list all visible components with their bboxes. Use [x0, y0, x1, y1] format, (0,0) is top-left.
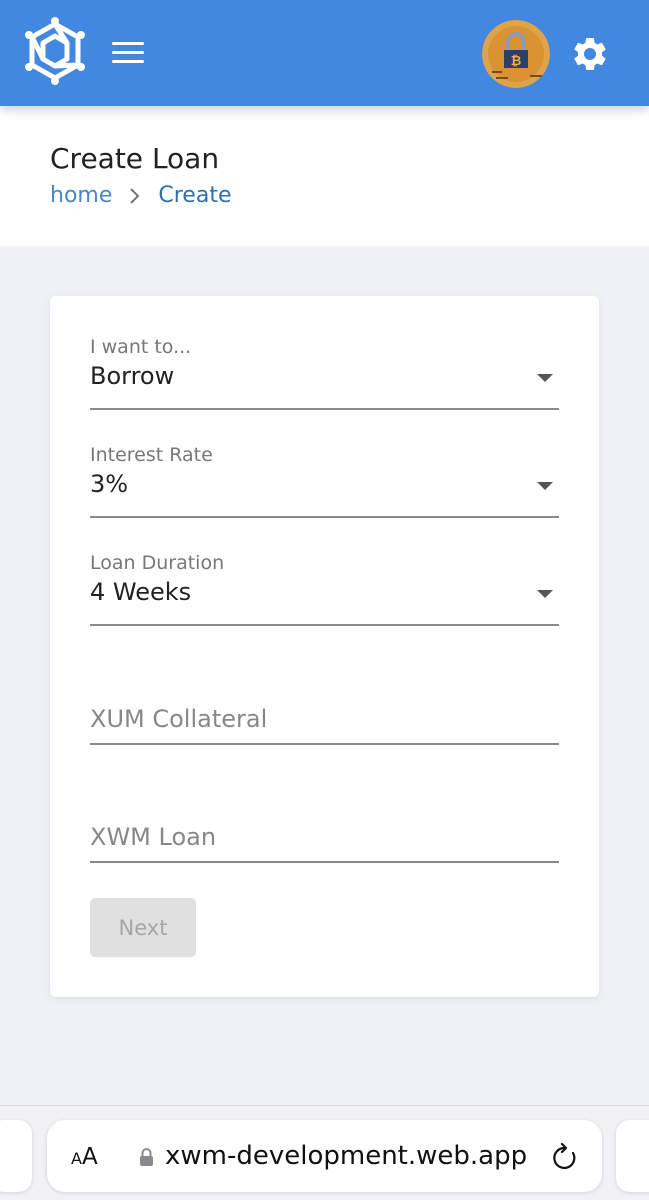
xum-collateral-input[interactable] [90, 695, 559, 745]
page-title: Create Loan [50, 142, 220, 175]
text-size-button[interactable]: AA [71, 1144, 98, 1170]
gear-icon[interactable] [570, 34, 610, 74]
page-header: Create Loan home Create [0, 106, 649, 246]
loan-duration-label: Loan Duration [90, 552, 225, 574]
xwm-logo-icon[interactable] [22, 16, 88, 86]
interest-rate-select[interactable]: Interest Rate 3% [90, 444, 559, 520]
breadcrumb: home Create [50, 183, 231, 208]
previous-tab-preview[interactable] [0, 1120, 32, 1192]
interest-rate-label: Interest Rate [90, 444, 213, 466]
field-underline [90, 408, 559, 410]
interest-rate-value: 3% [90, 470, 129, 498]
next-tab-preview[interactable] [616, 1120, 649, 1192]
lock-icon [140, 1148, 153, 1166]
user-avatar[interactable]: ₿ [482, 20, 550, 88]
loan-intent-label: I want to... [90, 336, 192, 358]
loan-duration-value: 4 Weeks [90, 578, 192, 606]
reload-icon[interactable] [551, 1142, 579, 1172]
xwm-loan-input[interactable] [90, 813, 559, 863]
app-header: ₿ [0, 0, 649, 106]
loan-duration-select[interactable]: Loan Duration 4 Weeks [90, 552, 559, 628]
dropdown-caret-icon [537, 482, 553, 490]
url-field[interactable]: AA xwm-development.web.app [47, 1120, 602, 1192]
url-text[interactable]: xwm-development.web.app [165, 1141, 527, 1171]
breadcrumb-current: Create [158, 183, 232, 208]
dropdown-caret-icon [537, 374, 553, 382]
field-underline [90, 516, 559, 518]
text-size-big-glyph: A [81, 1144, 98, 1170]
text-size-small-glyph: A [71, 1149, 82, 1168]
bitcoin-lock-avatar-icon: ₿ [482, 20, 550, 88]
chevron-right-icon [130, 187, 140, 204]
dropdown-caret-icon [537, 590, 553, 598]
browser-address-bar: AA xwm-development.web.app [0, 1105, 649, 1200]
svg-text:₿: ₿ [511, 54, 522, 69]
loan-intent-select[interactable]: I want to... Borrow [90, 336, 559, 412]
next-button[interactable]: Next [90, 898, 196, 957]
loan-intent-value: Borrow [90, 362, 175, 390]
breadcrumb-home-link[interactable]: home [50, 183, 112, 208]
field-underline [90, 624, 559, 626]
hamburger-menu-icon[interactable] [112, 40, 146, 66]
create-loan-form: I want to... Borrow Interest Rate 3% Loa… [50, 296, 599, 997]
